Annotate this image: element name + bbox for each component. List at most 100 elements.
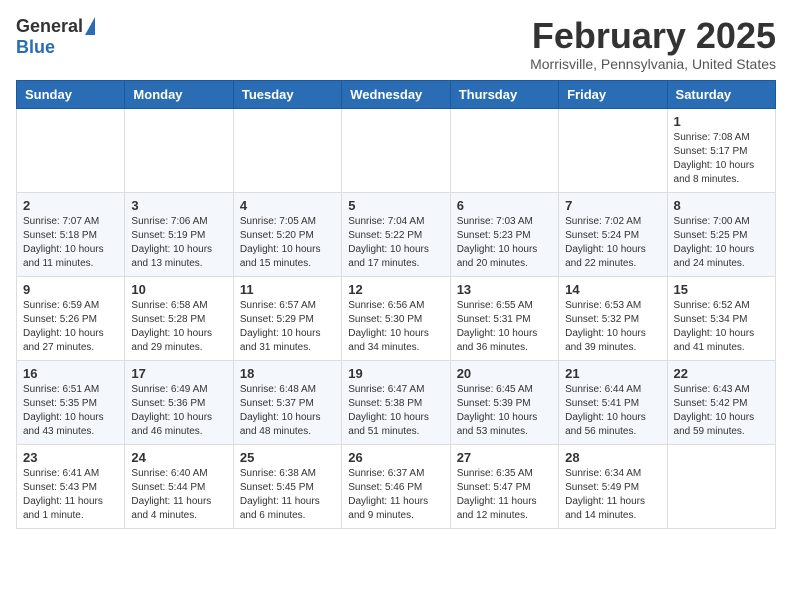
day-number: 15 [674, 282, 769, 297]
day-info: Sunrise: 6:34 AM Sunset: 5:49 PM Dayligh… [565, 467, 660, 523]
day-number: 11 [240, 282, 335, 297]
day-number: 2 [23, 198, 118, 213]
weekday-header-thursday: Thursday [450, 80, 558, 108]
day-info: Sunrise: 7:06 AM Sunset: 5:19 PM Dayligh… [131, 215, 226, 271]
day-number: 13 [457, 282, 552, 297]
day-number: 18 [240, 366, 335, 381]
calendar-cell: 13 Sunrise: 6:55 AM Sunset: 5:31 PM Dayli… [450, 276, 558, 360]
day-number: 8 [674, 198, 769, 213]
day-number: 7 [565, 198, 660, 213]
calendar-cell: 5 Sunrise: 7:04 AM Sunset: 5:22 PM Daylig… [342, 192, 450, 276]
calendar-cell [667, 444, 775, 528]
day-info: Sunrise: 7:08 AM Sunset: 5:17 PM Dayligh… [674, 131, 769, 187]
day-number: 4 [240, 198, 335, 213]
day-number: 26 [348, 450, 443, 465]
calendar-cell: 1 Sunrise: 7:08 AM Sunset: 5:17 PM Daylig… [667, 108, 775, 192]
calendar-cell: 15 Sunrise: 6:52 AM Sunset: 5:34 PM Dayli… [667, 276, 775, 360]
day-number: 19 [348, 366, 443, 381]
day-number: 20 [457, 366, 552, 381]
day-info: Sunrise: 6:57 AM Sunset: 5:29 PM Dayligh… [240, 299, 335, 355]
calendar-cell [342, 108, 450, 192]
calendar-cell: 10 Sunrise: 6:58 AM Sunset: 5:28 PM Dayli… [125, 276, 233, 360]
calendar-cell: 7 Sunrise: 7:02 AM Sunset: 5:24 PM Daylig… [559, 192, 667, 276]
calendar-cell [450, 108, 558, 192]
day-number: 21 [565, 366, 660, 381]
logo-blue-text: Blue [16, 37, 55, 58]
day-info: Sunrise: 6:52 AM Sunset: 5:34 PM Dayligh… [674, 299, 769, 355]
calendar-header-row: SundayMondayTuesdayWednesdayThursdayFrid… [17, 80, 776, 108]
location-text: Morrisville, Pennsylvania, United States [530, 56, 776, 72]
day-info: Sunrise: 6:38 AM Sunset: 5:45 PM Dayligh… [240, 467, 335, 523]
calendar-cell: 12 Sunrise: 6:56 AM Sunset: 5:30 PM Dayli… [342, 276, 450, 360]
day-number: 25 [240, 450, 335, 465]
day-number: 5 [348, 198, 443, 213]
calendar-cell [125, 108, 233, 192]
day-info: Sunrise: 6:40 AM Sunset: 5:44 PM Dayligh… [131, 467, 226, 523]
day-info: Sunrise: 6:51 AM Sunset: 5:35 PM Dayligh… [23, 383, 118, 439]
day-number: 3 [131, 198, 226, 213]
calendar-cell: 4 Sunrise: 7:05 AM Sunset: 5:20 PM Daylig… [233, 192, 341, 276]
weekday-header-friday: Friday [559, 80, 667, 108]
calendar-week-2: 2 Sunrise: 7:07 AM Sunset: 5:18 PM Daylig… [17, 192, 776, 276]
day-info: Sunrise: 6:47 AM Sunset: 5:38 PM Dayligh… [348, 383, 443, 439]
calendar-cell: 24 Sunrise: 6:40 AM Sunset: 5:44 PM Dayli… [125, 444, 233, 528]
calendar-table: SundayMondayTuesdayWednesdayThursdayFrid… [16, 80, 776, 529]
weekday-header-sunday: Sunday [17, 80, 125, 108]
calendar-cell: 21 Sunrise: 6:44 AM Sunset: 5:41 PM Dayli… [559, 360, 667, 444]
day-number: 24 [131, 450, 226, 465]
day-number: 28 [565, 450, 660, 465]
day-number: 1 [674, 114, 769, 129]
day-info: Sunrise: 6:58 AM Sunset: 5:28 PM Dayligh… [131, 299, 226, 355]
day-info: Sunrise: 7:05 AM Sunset: 5:20 PM Dayligh… [240, 215, 335, 271]
month-title: February 2025 [530, 16, 776, 56]
calendar-cell: 6Sunrise: 7:03 AM Sunset: 5:23 PM Daylig… [450, 192, 558, 276]
calendar-cell: 27 Sunrise: 6:35 AM Sunset: 5:47 PM Dayli… [450, 444, 558, 528]
calendar-cell: 17 Sunrise: 6:49 AM Sunset: 5:36 PM Dayli… [125, 360, 233, 444]
title-block: February 2025 Morrisville, Pennsylvania,… [530, 16, 776, 72]
day-info: Sunrise: 6:44 AM Sunset: 5:41 PM Dayligh… [565, 383, 660, 439]
day-info: Sunrise: 6:55 AM Sunset: 5:31 PM Dayligh… [457, 299, 552, 355]
logo: General Blue [16, 16, 95, 58]
day-number: 17 [131, 366, 226, 381]
day-info: Sunrise: 7:02 AM Sunset: 5:24 PM Dayligh… [565, 215, 660, 271]
day-info: Sunrise: 7:00 AM Sunset: 5:25 PM Dayligh… [674, 215, 769, 271]
calendar-week-3: 9 Sunrise: 6:59 AM Sunset: 5:26 PM Daylig… [17, 276, 776, 360]
calendar-cell: 20Sunrise: 6:45 AM Sunset: 5:39 PM Dayli… [450, 360, 558, 444]
calendar-cell: 14Sunrise: 6:53 AM Sunset: 5:32 PM Dayli… [559, 276, 667, 360]
calendar-cell: 16 Sunrise: 6:51 AM Sunset: 5:35 PM Dayli… [17, 360, 125, 444]
calendar-week-1: 1 Sunrise: 7:08 AM Sunset: 5:17 PM Daylig… [17, 108, 776, 192]
day-info: Sunrise: 7:07 AM Sunset: 5:18 PM Dayligh… [23, 215, 118, 271]
calendar-cell: 18 Sunrise: 6:48 AM Sunset: 5:37 PM Dayli… [233, 360, 341, 444]
day-info: Sunrise: 7:04 AM Sunset: 5:22 PM Dayligh… [348, 215, 443, 271]
weekday-header-monday: Monday [125, 80, 233, 108]
weekday-header-saturday: Saturday [667, 80, 775, 108]
calendar-cell: 23 Sunrise: 6:41 AM Sunset: 5:43 PM Dayli… [17, 444, 125, 528]
day-info: Sunrise: 6:41 AM Sunset: 5:43 PM Dayligh… [23, 467, 118, 523]
day-number: 12 [348, 282, 443, 297]
day-info: Sunrise: 6:59 AM Sunset: 5:26 PM Dayligh… [23, 299, 118, 355]
day-number: 16 [23, 366, 118, 381]
day-info: Sunrise: 6:53 AM Sunset: 5:32 PM Dayligh… [565, 299, 660, 355]
day-info: Sunrise: 6:56 AM Sunset: 5:30 PM Dayligh… [348, 299, 443, 355]
day-info: Sunrise: 6:37 AM Sunset: 5:46 PM Dayligh… [348, 467, 443, 523]
day-number: 9 [23, 282, 118, 297]
calendar-cell [559, 108, 667, 192]
calendar-cell: 3 Sunrise: 7:06 AM Sunset: 5:19 PM Daylig… [125, 192, 233, 276]
calendar-week-5: 23 Sunrise: 6:41 AM Sunset: 5:43 PM Dayli… [17, 444, 776, 528]
day-number: 23 [23, 450, 118, 465]
page-header: General Blue February 2025 Morrisville, … [16, 16, 776, 72]
day-info: Sunrise: 6:43 AM Sunset: 5:42 PM Dayligh… [674, 383, 769, 439]
logo-triangle-icon [85, 17, 95, 35]
day-info: Sunrise: 6:35 AM Sunset: 5:47 PM Dayligh… [457, 467, 552, 523]
day-number: 6 [457, 198, 552, 213]
day-info: Sunrise: 6:48 AM Sunset: 5:37 PM Dayligh… [240, 383, 335, 439]
day-number: 27 [457, 450, 552, 465]
day-info: Sunrise: 6:49 AM Sunset: 5:36 PM Dayligh… [131, 383, 226, 439]
calendar-cell: 9 Sunrise: 6:59 AM Sunset: 5:26 PM Daylig… [17, 276, 125, 360]
calendar-cell: 25 Sunrise: 6:38 AM Sunset: 5:45 PM Dayli… [233, 444, 341, 528]
day-number: 22 [674, 366, 769, 381]
day-number: 10 [131, 282, 226, 297]
calendar-cell: 28 Sunrise: 6:34 AM Sunset: 5:49 PM Dayli… [559, 444, 667, 528]
calendar-cell: 19 Sunrise: 6:47 AM Sunset: 5:38 PM Dayli… [342, 360, 450, 444]
calendar-cell [233, 108, 341, 192]
